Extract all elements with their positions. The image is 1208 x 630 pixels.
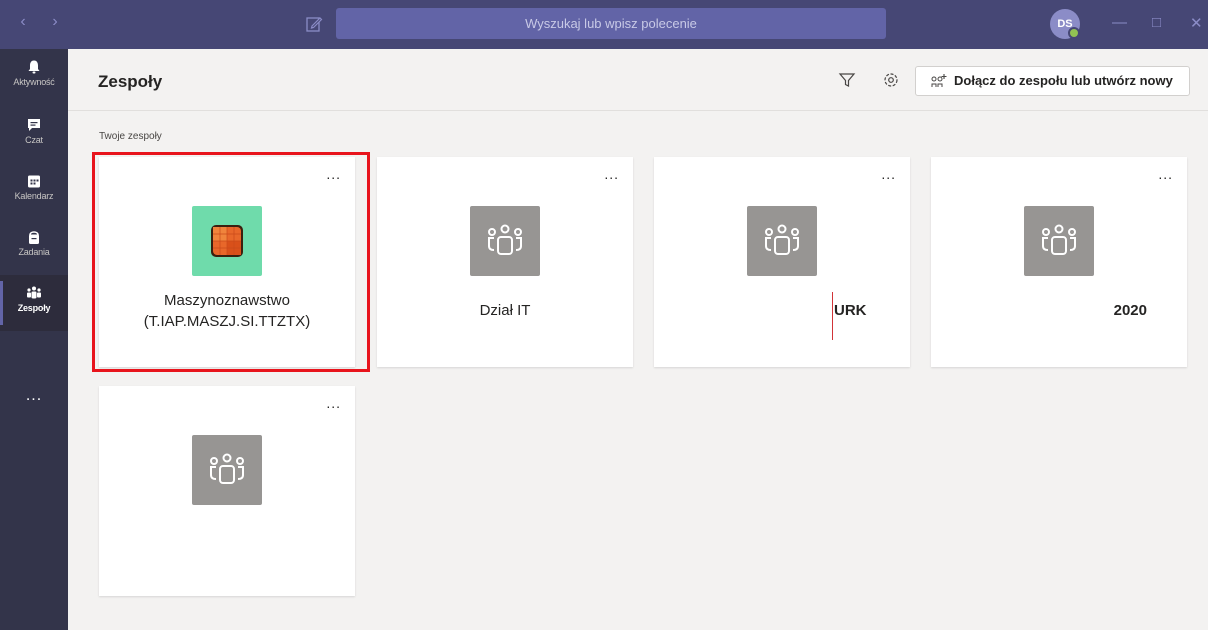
compose-icon[interactable] <box>304 14 324 34</box>
join-button-label: Dołącz do zespołu lub utwórz nowy <box>954 73 1173 88</box>
team-card[interactable]: ... URK <box>654 157 910 367</box>
join-or-create-team-button[interactable]: Dołącz do zespołu lub utwórz nowy <box>915 66 1190 96</box>
forward-arrow-icon[interactable]: › <box>48 12 62 32</box>
people-icon <box>765 224 799 255</box>
sidebar-item-activity[interactable]: Aktywność <box>0 49 68 105</box>
team-name: Dział IT <box>479 302 531 319</box>
teams-header: Zespoły Dołącz do zespołu lub utwórz now… <box>68 49 1208 111</box>
sidebar-item-assignments[interactable]: Zadania <box>0 219 68 275</box>
team-card[interactable]: ... Dział IT <box>377 157 633 367</box>
sidebar-item-label: Kalendarz <box>14 191 54 201</box>
more-options-icon[interactable]: ... <box>881 167 896 181</box>
team-card[interactable]: ... <box>99 386 355 596</box>
sidebar-item-label: Zadania <box>18 247 50 257</box>
sidebar-item-chat[interactable]: Czat <box>0 107 68 163</box>
sidebar-item-teams[interactable]: Zespoły <box>0 275 68 331</box>
sidebar-item-calendar[interactable]: Kalendarz <box>0 163 68 219</box>
team-avatar <box>1024 206 1094 276</box>
chat-icon <box>28 119 40 131</box>
presence-status-icon <box>1068 27 1080 39</box>
more-options-icon[interactable]: ... <box>326 396 341 410</box>
teams-icon <box>27 286 41 299</box>
assignments-icon <box>29 231 39 244</box>
history-nav: ‹ › <box>16 12 62 32</box>
more-options-icon[interactable]: ... <box>1158 167 1173 181</box>
back-arrow-icon[interactable]: ‹ <box>16 12 30 32</box>
app-bar: Aktywność Czat Kalendarz Zadania Zespoły… <box>0 49 68 630</box>
search-input[interactable]: Wyszukaj lub wpisz polecenie <box>336 8 886 39</box>
close-icon[interactable]: ✕ <box>1190 14 1203 32</box>
minimize-icon[interactable]: — <box>1112 14 1127 31</box>
gear-icon[interactable] <box>882 71 900 89</box>
selection-highlight <box>92 152 370 372</box>
sidebar-item-label: Czat <box>25 135 43 145</box>
page-title: Zespoły <box>98 72 163 91</box>
team-avatar <box>192 435 262 505</box>
people-icon <box>210 453 244 484</box>
bell-icon <box>28 60 40 74</box>
section-label: Twoje zespoły <box>99 131 162 142</box>
people-icon <box>1042 224 1076 255</box>
filter-icon[interactable] <box>838 71 856 89</box>
team-name: 2020 <box>1113 302 1147 319</box>
team-name: URK <box>834 302 867 319</box>
more-options-icon[interactable]: ... <box>604 167 619 181</box>
text-cursor <box>832 292 833 340</box>
people-icon <box>488 224 522 255</box>
calendar-icon <box>28 175 40 188</box>
add-people-icon <box>931 74 947 87</box>
sidebar-item-label: Zespoły <box>17 303 51 313</box>
team-avatar <box>470 206 540 276</box>
team-card[interactable]: ... 2020 <box>931 157 1187 367</box>
team-avatar <box>747 206 817 276</box>
title-bar: ‹ › Wyszukaj lub wpisz polecenie DS — □ … <box>0 0 1208 49</box>
sidebar-item-label: Aktywność <box>13 77 55 87</box>
more-apps-button[interactable]: ... <box>0 387 68 405</box>
maximize-icon[interactable]: □ <box>1152 14 1161 31</box>
